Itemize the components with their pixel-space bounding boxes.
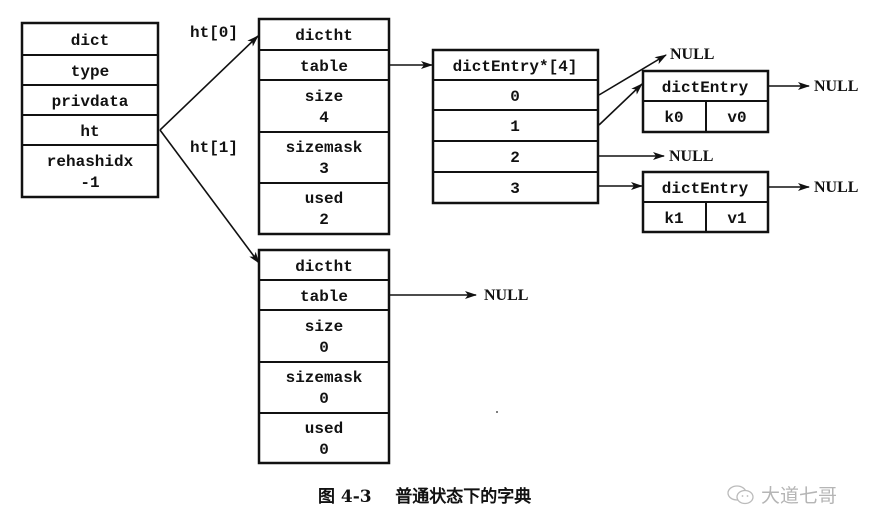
dictht0-used-value: 2 — [319, 211, 329, 229]
dict-field-rehashidx: rehashidx — [47, 153, 134, 171]
bucket-2: 2 — [510, 149, 520, 167]
bucket-array-title: dictEntry*[4] — [453, 58, 578, 76]
dict-field-type: type — [71, 63, 109, 81]
ht1-label: ht[1] — [190, 139, 238, 157]
dict-title: dict — [71, 32, 109, 50]
bucket-3: 3 — [510, 180, 520, 198]
dictht1-used-label: used — [305, 420, 343, 438]
dictht1-table-null: NULL — [484, 287, 528, 304]
bucket1-arrow — [598, 83, 643, 126]
dictht0-used-label: used — [305, 190, 343, 208]
bucket0-null: NULL — [670, 46, 714, 63]
dictht1-size-value: 0 — [319, 339, 329, 357]
bucket2-null: NULL — [669, 148, 713, 165]
dictht0-size-label: size — [305, 88, 343, 106]
entry0-next-null: NULL — [814, 78, 858, 95]
dictht0-table: table — [300, 58, 348, 76]
ht0-label: ht[0] — [190, 24, 238, 42]
entry0-key: k0 — [664, 109, 683, 127]
dict-entry-0: dictEntry k0 v0 — [641, 69, 770, 134]
dictht0-title: dictht — [295, 27, 353, 45]
dictht0-sizemask-value: 3 — [319, 160, 329, 178]
bucket-0: 0 — [510, 88, 520, 106]
dictht-0: dictht table size 4 sizemask 3 used 2 — [257, 17, 391, 236]
dictht1-sizemask-label: sizemask — [286, 369, 363, 387]
dictht0-size-value: 4 — [319, 109, 329, 127]
dictht1-used-value: 0 — [319, 441, 329, 459]
dictht-1: dictht table size 0 sizemask 0 used 0 — [257, 248, 391, 465]
dict-field-rehashidx-value: -1 — [80, 174, 99, 192]
scan-dot — [496, 411, 498, 413]
figure-caption: 图 4-3 普通状态下的字典 — [318, 487, 532, 507]
entry0-title: dictEntry — [662, 79, 749, 97]
dict-diagram: dict type privdata ht rehashidx -1 ht[0]… — [20, 17, 858, 465]
watermark: 大道七哥 — [727, 481, 837, 508]
bucket-1: 1 — [510, 118, 520, 136]
dict-struct: dict type privdata ht rehashidx -1 — [20, 21, 160, 199]
dictht1-table: table — [300, 288, 348, 306]
dict-entry-1: dictEntry k1 v1 — [641, 170, 770, 234]
dict-field-ht: ht — [80, 123, 99, 141]
watermark-text: 大道七哥 — [761, 485, 838, 507]
dictht1-title: dictht — [295, 258, 353, 276]
entry1-value: v1 — [727, 210, 746, 228]
dictht1-sizemask-value: 0 — [319, 390, 329, 408]
dictht0-sizemask-label: sizemask — [286, 139, 363, 157]
bucket-array: dictEntry*[4] 0 1 2 3 — [431, 48, 600, 205]
wechat-icon — [727, 484, 754, 504]
entry1-next-null: NULL — [814, 179, 858, 196]
entry0-value: v0 — [727, 109, 746, 127]
dictht1-size-label: size — [305, 318, 343, 336]
entry1-key: k1 — [664, 210, 683, 228]
dict-field-privdata: privdata — [52, 93, 129, 111]
entry1-title: dictEntry — [662, 180, 749, 198]
ht0-pointer-arrow — [159, 35, 259, 131]
